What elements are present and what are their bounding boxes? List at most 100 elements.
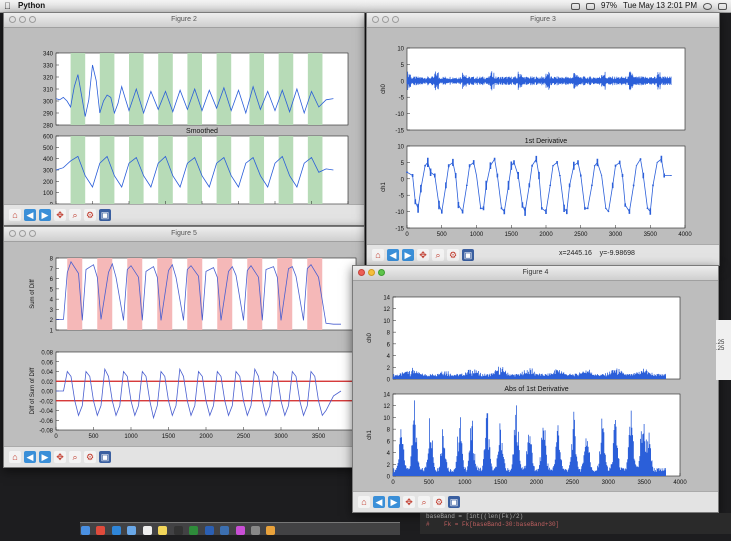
zoom-icon[interactable]: ⌕ <box>418 496 430 508</box>
home-icon[interactable]: ⌂ <box>9 451 21 463</box>
figure-toolbar: x=2445.16 y=-9.98698 ⌂◀▶✥⌕⚙▣ <box>367 244 719 265</box>
figure-toolbar: ⌂◀▶✥⌕⚙▣ <box>4 446 364 467</box>
minimize-button[interactable] <box>382 16 389 23</box>
apple-menu-icon[interactable]:  <box>4 0 11 12</box>
y-tick-label: 310 <box>43 88 54 94</box>
save-icon[interactable]: ▣ <box>448 496 460 508</box>
y-tick-label: 5 <box>401 63 405 69</box>
x-tick-label: 2500 <box>566 480 580 486</box>
x-tick-label: 0 <box>54 434 58 440</box>
highlight-band <box>308 53 323 125</box>
home-icon[interactable]: ⌂ <box>372 249 384 261</box>
configure-icon[interactable]: ⚙ <box>433 496 445 508</box>
figure-5-titlebar[interactable]: Figure 5 <box>4 227 364 242</box>
app-menu[interactable]: Python <box>18 0 45 12</box>
plot-area <box>407 146 685 228</box>
x-tick-label: 3500 <box>312 434 326 440</box>
forward-icon[interactable]: ▶ <box>39 209 51 221</box>
save-icon[interactable]: ▣ <box>99 209 111 221</box>
bluetooth-icon[interactable] <box>586 3 595 10</box>
configure-icon[interactable]: ⚙ <box>84 209 96 221</box>
x-tick-label: 2000 <box>539 232 553 238</box>
close-button[interactable] <box>9 16 16 23</box>
figure-canvas[interactable]: 87654321Sum of Diff0.080.060.040.020.00-… <box>4 242 364 447</box>
y-tick-label: 6 <box>387 439 391 445</box>
fragment-line: .25 <box>716 346 731 352</box>
configure-icon[interactable]: ⚙ <box>84 451 96 463</box>
figure-2-titlebar[interactable]: Figure 2 <box>4 13 364 28</box>
zoom-icon[interactable]: ⌕ <box>69 209 81 221</box>
zoom-icon[interactable]: ⌕ <box>69 451 81 463</box>
x-tick-label: 3000 <box>609 232 623 238</box>
minimize-button[interactable] <box>368 269 375 276</box>
back-icon[interactable]: ◀ <box>373 496 385 508</box>
y-tick-label: 200 <box>43 180 54 186</box>
zoom-button[interactable] <box>392 16 399 23</box>
minimize-button[interactable] <box>19 230 26 237</box>
dock <box>80 522 400 535</box>
y-tick-label: 400 <box>43 157 54 163</box>
y-tick-label: 0.02 <box>41 380 53 386</box>
back-icon[interactable]: ◀ <box>24 209 36 221</box>
configure-icon[interactable]: ⚙ <box>447 249 459 261</box>
figure-canvas[interactable]: 3403303203103002902806005004003002001000… <box>4 28 364 205</box>
y-axis-label: ch1 <box>367 430 373 440</box>
y-tick-label: 340 <box>43 52 54 58</box>
minimize-button[interactable] <box>19 16 26 23</box>
figure-4-window: Figure 4 14121086420ch014121086420050010… <box>352 265 719 513</box>
y-tick-label: 280 <box>43 124 54 130</box>
y-tick-label: 10 <box>383 416 390 422</box>
list-icon[interactable] <box>718 3 727 10</box>
code-editor-fragment: baseBand = [int((len(Fk)/2)# Fk = Fk[bas… <box>420 513 731 534</box>
y-axis-label: Sum of Diff <box>30 279 36 309</box>
y-tick-label: -0.06 <box>39 419 53 425</box>
code-line: baseBand = [int((len(Fk)/2) <box>426 513 731 521</box>
pan-icon[interactable]: ✥ <box>417 249 429 261</box>
close-button[interactable] <box>9 230 16 237</box>
home-icon[interactable]: ⌂ <box>9 209 21 221</box>
y-tick-label: 12 <box>383 404 390 410</box>
y-tick-label: 0.08 <box>41 351 53 357</box>
background-editor-fragment: .25 .25 <box>716 320 731 380</box>
y-tick-label: 10 <box>397 47 404 53</box>
y-tick-label: 2 <box>50 318 54 324</box>
forward-icon[interactable]: ▶ <box>402 249 414 261</box>
search-icon[interactable] <box>703 3 712 10</box>
figure-canvas[interactable]: 1050-5-10-15ch01050-5-10-150500100015002… <box>367 28 719 245</box>
pan-icon[interactable]: ✥ <box>54 451 66 463</box>
y-tick-label: -5 <box>399 194 405 200</box>
y-tick-label: 600 <box>43 135 54 141</box>
wifi-icon[interactable] <box>571 3 580 10</box>
close-button[interactable] <box>358 269 365 276</box>
y-tick-label: 14 <box>383 296 390 302</box>
pan-icon[interactable]: ✥ <box>54 209 66 221</box>
zoom-icon[interactable]: ⌕ <box>432 249 444 261</box>
pan-icon[interactable]: ✥ <box>403 496 415 508</box>
figure-canvas[interactable]: 14121086420ch014121086420050010001500200… <box>353 281 718 492</box>
figure-5-window: Figure 5 87654321Sum of Diff0.080.060.04… <box>3 226 365 468</box>
y-tick-label: -0.02 <box>39 399 53 405</box>
zoom-button[interactable] <box>29 16 36 23</box>
zoom-button[interactable] <box>29 230 36 237</box>
forward-icon[interactable]: ▶ <box>39 451 51 463</box>
clock[interactable]: Tue May 13 2:01 PM <box>623 0 697 12</box>
forward-icon[interactable]: ▶ <box>388 496 400 508</box>
y-tick-label: -10 <box>395 112 404 118</box>
x-tick-label: 1500 <box>494 480 508 486</box>
battery-label[interactable]: 97% <box>601 0 617 12</box>
save-icon[interactable]: ▣ <box>462 249 474 261</box>
highlight-band <box>308 136 323 204</box>
figure-3-titlebar[interactable]: Figure 3 <box>367 13 719 28</box>
zoom-button[interactable] <box>378 269 385 276</box>
y-tick-label: 4 <box>387 451 391 457</box>
back-icon[interactable]: ◀ <box>387 249 399 261</box>
plot-fig2-top: 3403303203103002902806005004003002001000… <box>4 28 364 206</box>
close-button[interactable] <box>372 16 379 23</box>
home-icon[interactable]: ⌂ <box>358 496 370 508</box>
save-icon[interactable]: ▣ <box>99 451 111 463</box>
back-icon[interactable]: ◀ <box>24 451 36 463</box>
plot-area <box>393 394 680 476</box>
y-tick-label: 7 <box>50 267 54 273</box>
x-tick-label: 2500 <box>237 434 251 440</box>
figure-4-titlebar[interactable]: Figure 4 <box>353 266 718 281</box>
